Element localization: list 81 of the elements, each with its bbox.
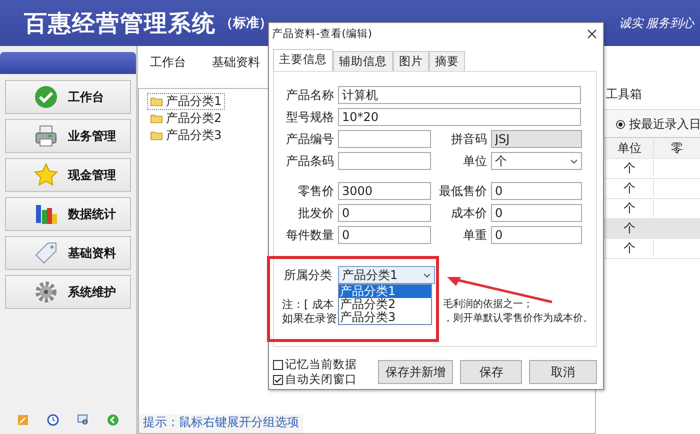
field-label: 产品名称 bbox=[285, 86, 334, 104]
dialog-button[interactable]: 保存并新增 bbox=[378, 360, 454, 384]
field-label: 最低售价 bbox=[438, 182, 487, 200]
star-icon bbox=[34, 163, 58, 187]
input-field[interactable]: 0 bbox=[338, 204, 431, 222]
edition-label: （标准） bbox=[220, 15, 272, 32]
dropdown-option[interactable]: 产品分类1 bbox=[339, 285, 431, 298]
sidebar-button[interactable]: 系统维护 bbox=[5, 275, 131, 309]
unit-select[interactable]: 个 bbox=[491, 152, 582, 170]
input-field[interactable]: 0 bbox=[338, 226, 431, 244]
input-field[interactable]: 0 bbox=[491, 226, 582, 244]
caret-icon bbox=[423, 272, 431, 278]
note-text: 毛利润的依据之一； bbox=[443, 298, 533, 312]
field-label: 产品条码 bbox=[285, 152, 334, 170]
app-title: 百惠经营管理系统 bbox=[24, 10, 216, 38]
input-field[interactable] bbox=[338, 152, 431, 170]
dialog-tab[interactable]: 主要信息 bbox=[273, 49, 333, 71]
note-text: 如果在录资 bbox=[282, 312, 338, 326]
sidebar-button[interactable]: 数据统计 bbox=[5, 197, 131, 231]
dialog-button[interactable]: 取消 bbox=[529, 360, 597, 384]
input-field[interactable] bbox=[338, 130, 431, 148]
note-text: 注：[ 成本 bbox=[282, 298, 335, 312]
tree-item[interactable]: 产品分类2 bbox=[147, 110, 225, 127]
field-label: 零售价 bbox=[297, 182, 334, 200]
category-select[interactable]: 产品分类1 bbox=[338, 266, 435, 284]
clock-icon[interactable] bbox=[47, 414, 59, 426]
folder-icon bbox=[150, 130, 163, 141]
back-icon[interactable] bbox=[107, 414, 119, 426]
folder-icon bbox=[150, 96, 163, 107]
tree-item[interactable]: 产品分类1 bbox=[147, 93, 225, 110]
main-tab[interactable]: 工作台 bbox=[150, 54, 186, 70]
checkbox[interactable] bbox=[273, 360, 283, 370]
field-label: 所属分类 bbox=[283, 266, 333, 284]
main-tab[interactable]: 基础资料 bbox=[212, 54, 260, 70]
bar-chart-icon bbox=[34, 202, 58, 226]
tree-item[interactable]: 产品分类3 bbox=[147, 127, 225, 144]
field-label: 型号规格 bbox=[285, 108, 334, 126]
dialog-tab[interactable]: 摘要 bbox=[429, 51, 465, 71]
gear-icon bbox=[34, 280, 58, 304]
field-label: 单重 bbox=[462, 226, 487, 244]
dialog-button[interactable]: 保存 bbox=[460, 360, 522, 384]
printer-icon bbox=[34, 124, 58, 148]
checkbox[interactable] bbox=[273, 374, 283, 384]
close-icon[interactable] bbox=[587, 29, 597, 39]
input-field[interactable]: 0 bbox=[491, 204, 582, 222]
field-label: 产品编号 bbox=[285, 130, 334, 148]
folder-icon bbox=[150, 113, 163, 124]
field-label: 拼音码 bbox=[450, 130, 487, 148]
table-cell: 个 bbox=[606, 240, 654, 257]
field-label: 单位 bbox=[462, 152, 487, 170]
table-cell: 个 bbox=[606, 200, 654, 217]
dropdown-option[interactable]: 产品分类3 bbox=[339, 311, 431, 324]
column-header: 单位 bbox=[606, 140, 654, 156]
dropdown-option[interactable]: 产品分类2 bbox=[339, 298, 431, 311]
input-field[interactable]: 0 bbox=[491, 182, 582, 200]
sidebar-button[interactable]: 基础资料 bbox=[5, 236, 131, 270]
table-cell: 个 bbox=[606, 220, 654, 237]
field-label: 成本价 bbox=[450, 204, 487, 222]
sidebar-button[interactable]: 工作台 bbox=[5, 80, 131, 114]
sidebar-button[interactable]: 现金管理 bbox=[5, 158, 131, 192]
checkbox-label[interactable]: 自动关闭窗口 bbox=[285, 372, 357, 387]
input-field[interactable]: 计算机 bbox=[338, 86, 581, 104]
column-header: 零 bbox=[654, 140, 700, 156]
hint-text: 提示：鼠标右键展开分组选项 bbox=[139, 414, 303, 433]
sidebar-button[interactable]: 业务管理 bbox=[5, 119, 131, 153]
field-label: 每件数量 bbox=[285, 226, 334, 244]
checkbox-label[interactable]: 记忆当前数据 bbox=[285, 357, 357, 372]
slogan-text: 诚实 服务到心 bbox=[619, 14, 694, 32]
table-cell: 个 bbox=[606, 180, 654, 197]
search-icon[interactable] bbox=[77, 414, 89, 426]
caret-icon bbox=[570, 158, 578, 164]
table-cell: 个 bbox=[606, 160, 654, 177]
note-text: ，则开单默认零售价作为成本价。 bbox=[443, 312, 593, 326]
dialog-title: 产品资料-查看(编辑) bbox=[272, 27, 372, 41]
input-field[interactable]: 3000 bbox=[338, 182, 431, 200]
tag-icon bbox=[34, 241, 58, 265]
dialog-tab[interactable]: 辅助信息 bbox=[333, 51, 393, 71]
checkmark-icon bbox=[34, 85, 58, 109]
input-field[interactable]: 10*20 bbox=[338, 108, 581, 126]
field-label: 批发价 bbox=[297, 204, 334, 222]
dialog-tab[interactable]: 图片 bbox=[393, 51, 429, 71]
